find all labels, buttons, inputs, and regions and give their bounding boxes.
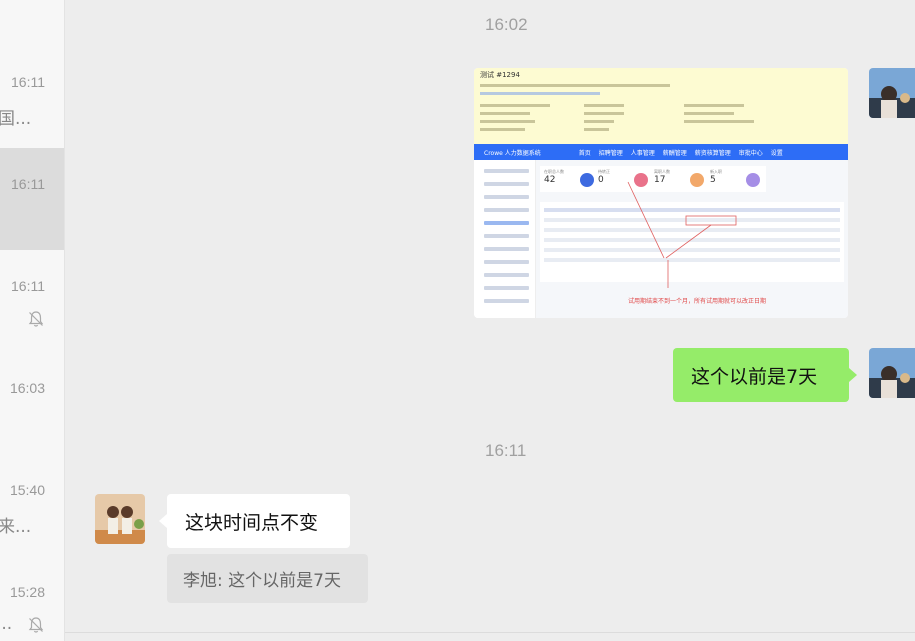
screenshot-navbar: Crowe 人力数据系统 首页 招聘管理 人事管理 薪酬管理 薪资核算管理 审批… [474,144,848,160]
screenshot-nav-item: 审批中心 [738,149,763,157]
screenshot-nav-item: 设置 [770,149,783,157]
conversation-item[interactable]: 16:11 国... [0,46,64,148]
self-avatar[interactable] [869,348,915,398]
message-text: 这个以前是7天 [691,365,818,388]
mute-bell-icon [28,311,44,327]
conversation-time: 16:11 [11,176,45,192]
screenshot-nav-item: 薪酬管理 [662,149,687,157]
screenshot-nav-item: 首页 [578,149,591,157]
self-avatar[interactable] [869,68,915,118]
conversation-time: 16:11 [11,278,45,294]
screenshot-main: 在职总人数 42 待转正 0 离职人数 17 新入职 5 试用期结束不到一个月，… [536,160,848,318]
quoted-reply[interactable]: 李旭: 这个以前是7天 [167,554,368,603]
message-timestamp: 16:11 [485,441,527,460]
contact-avatar[interactable] [95,494,145,544]
mute-bell-icon [28,617,44,633]
screenshot-brand: Crowe 人力数据系统 [484,149,541,157]
conversation-item[interactable]: 15:28 ... [0,556,64,641]
conversation-item[interactable]: 15:40 来... [0,454,64,556]
input-divider [65,632,915,633]
screenshot-nav-item: 人事管理 [630,149,655,157]
screenshot-sidebar [474,160,536,318]
conversation-list: 16:11 国... 16:11 16:11 16:03 15:40 来... … [0,0,65,641]
conversation-time: 16:03 [9,380,45,396]
incoming-message-bubble[interactable]: 这块时间点不变 [167,494,350,548]
conversation-snippet: 国... [0,109,32,129]
annotation-note: 试用期结束不到一个月，所有试用期就可以改正日期 [628,298,767,305]
conversation-item[interactable]: 16:03 [0,352,64,454]
message-text: 这块时间点不变 [185,511,319,534]
conversation-time: 15:28 [9,584,45,600]
screenshot-nav-item: 薪资核算管理 [694,149,731,157]
annotation-arrows [627,181,737,288]
screenshot-header: 测试 #1294 [474,68,848,144]
message-timestamp: 16:02 [485,15,528,34]
outgoing-message-bubble[interactable]: 这个以前是7天 [673,348,849,402]
bubble-tail [849,368,857,382]
conversation-time: 15:40 [9,482,45,498]
conversation-snippet: ... [0,614,13,634]
screenshot-nav-item: 招聘管理 [598,149,623,157]
quoted-text: 李旭: 这个以前是7天 [183,571,341,591]
conversation-item-active[interactable]: 16:11 [0,148,64,250]
conversation-item[interactable]: 16:11 [0,250,64,352]
bubble-tail [159,514,167,528]
screenshot-title: 测试 #1294 [480,71,520,79]
chat-panel: 16:02 测试 #1294 Crowe 人力数据系统 首页 招聘管理 人事管理… [65,0,915,641]
conversation-time: 16:11 [11,74,45,90]
conversation-snippet: 来... [0,517,32,537]
screenshot-image-message[interactable]: 测试 #1294 Crowe 人力数据系统 首页 招聘管理 人事管理 薪酬管理 … [474,68,848,318]
